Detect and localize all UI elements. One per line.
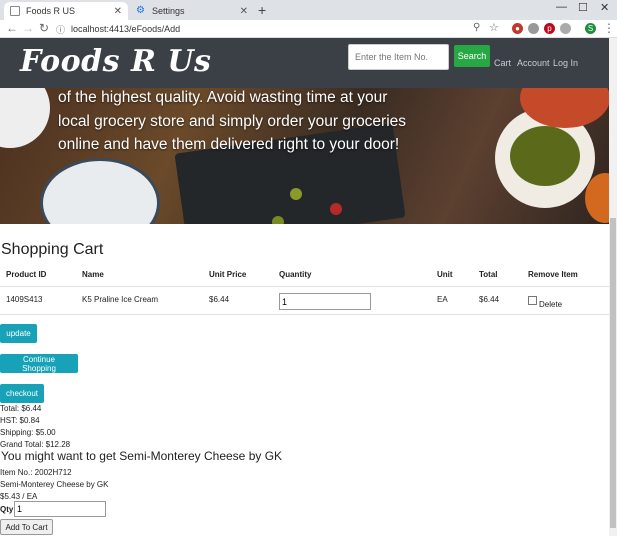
table-divider: [0, 286, 609, 287]
maximize-icon[interactable]: ☐: [578, 1, 588, 14]
recommendation-name: Semi-Monterey Cheese by GK: [0, 480, 109, 489]
bookmark-star-icon[interactable]: ☆: [489, 21, 499, 34]
page-icon: [10, 6, 20, 16]
page-title: Shopping Cart: [1, 241, 104, 258]
search-input[interactable]: [348, 44, 449, 70]
recommendation-price: $5.43 / EA: [0, 492, 38, 501]
close-window-icon[interactable]: ✕: [600, 1, 609, 14]
gear-icon: ⚙: [136, 5, 145, 16]
food-image: [330, 203, 342, 215]
brand-logo[interactable]: Foods R Us: [20, 44, 211, 79]
continue-shopping-button[interactable]: Continue Shopping: [0, 354, 78, 373]
food-image: [290, 188, 302, 200]
shipping-text: Shipping: $5.00: [0, 428, 56, 437]
adblock-icon[interactable]: ●: [512, 23, 523, 34]
plate-image: [0, 88, 50, 148]
nav-cart-link[interactable]: Cart: [494, 58, 511, 68]
total-text: Total: $6.44: [0, 404, 42, 413]
tab-settings[interactable]: ⚙ Settings ✕: [130, 2, 254, 20]
extension-icon[interactable]: [528, 23, 539, 34]
column-header: Quantity: [279, 270, 312, 279]
quantity-input[interactable]: [279, 293, 371, 310]
hero-text: of the highest quality. Avoid wasting ti…: [58, 88, 438, 157]
checkout-button[interactable]: checkout: [0, 384, 44, 403]
browser-tab-strip: Foods R US ✕ ⚙ Settings ✕ + — ☐ ✕: [0, 0, 617, 20]
nav-account-link[interactable]: Account: [517, 58, 550, 68]
grand-total-text: Grand Total: $12.28: [0, 440, 71, 449]
site-navbar: Foods R Us Search Cart Account Log In: [0, 38, 609, 88]
column-header: Name: [82, 270, 104, 279]
column-header: Remove Item: [528, 270, 578, 279]
back-icon[interactable]: ←: [6, 21, 18, 35]
delete-checkbox[interactable]: [528, 296, 537, 305]
scrollbar-thumb[interactable]: [610, 218, 616, 528]
hero-banner: of the highest quality. Avoid wasting ti…: [0, 88, 609, 224]
tab-foods-r-us[interactable]: Foods R US ✕: [4, 2, 128, 20]
hero-line: local grocery store and simply order you…: [58, 112, 407, 130]
profile-avatar[interactable]: S: [585, 23, 596, 34]
unit-price-cell: $6.44: [209, 295, 230, 304]
url-field[interactable]: ⓘ localhost:4413/eFoods/Add: [56, 22, 496, 36]
info-icon: ⓘ: [56, 24, 66, 35]
close-icon[interactable]: ✕: [240, 6, 248, 17]
total-cell: $6.44: [479, 295, 500, 304]
url-text: localhost:4413/eFoods/Add: [71, 24, 181, 34]
extension-icon[interactable]: [560, 23, 571, 34]
search-button[interactable]: Search: [454, 45, 490, 67]
tab-title: Settings: [152, 6, 185, 16]
column-header: Total: [479, 270, 498, 279]
add-to-cart-button[interactable]: Add To Cart: [0, 519, 53, 535]
column-header: Unit: [437, 270, 453, 279]
product-id-cell: 1409S413: [6, 295, 43, 304]
product-name-cell: K5 Praline Ice Cream: [82, 295, 159, 304]
reload-icon[interactable]: ↻: [39, 21, 49, 35]
new-tab-icon[interactable]: +: [258, 2, 266, 18]
delete-label: Delete: [539, 300, 563, 309]
hero-line: online and have them delivered right to …: [58, 136, 400, 153]
plate-image: [40, 158, 160, 224]
column-header: Unit Price: [209, 270, 247, 279]
tab-title: Foods R US: [26, 6, 76, 16]
address-bar: ← → ↻ ⓘ localhost:4413/eFoods/Add ⚲ ☆ ● …: [0, 20, 617, 38]
hst-text: HST: $0.84: [0, 416, 40, 425]
unit-cell: EA: [437, 295, 448, 304]
recommendation-qty-input[interactable]: [14, 501, 106, 517]
pinterest-icon[interactable]: p: [544, 23, 555, 34]
update-button[interactable]: update: [0, 324, 37, 343]
close-icon[interactable]: ✕: [114, 6, 122, 17]
recommendation-item-no: Item No.: 2002H712: [0, 468, 72, 477]
table-divider: [0, 314, 609, 315]
column-header: Product ID: [6, 270, 47, 279]
forward-icon[interactable]: →: [22, 21, 34, 35]
pickles-image: [510, 126, 580, 186]
minimize-icon[interactable]: —: [556, 1, 567, 13]
hero-line: of the highest quality. Avoid wasting ti…: [58, 89, 388, 106]
recommendation-title: You might want to get Semi-Monterey Chee…: [1, 449, 283, 463]
zoom-icon[interactable]: ⚲: [473, 22, 480, 33]
food-image: [272, 216, 284, 224]
nav-login-link[interactable]: Log In: [553, 58, 578, 68]
menu-icon[interactable]: ⋮: [603, 21, 615, 35]
